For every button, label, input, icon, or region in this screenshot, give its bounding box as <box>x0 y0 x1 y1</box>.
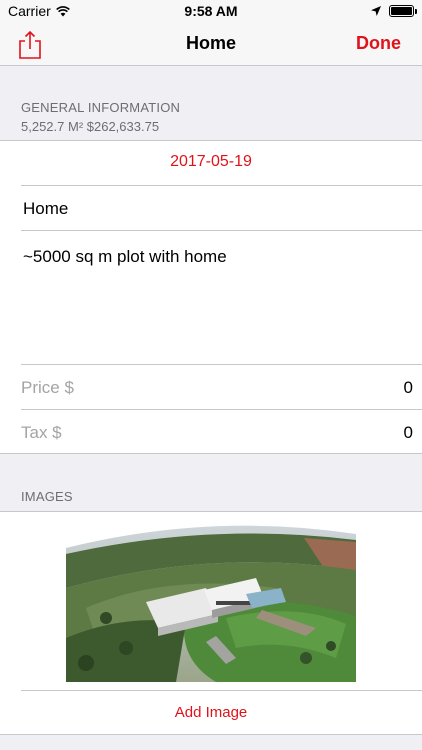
price-input[interactable]: 0 <box>404 378 413 398</box>
battery-level <box>391 7 412 15</box>
status-bar: Carrier 9:58 AM <box>0 0 422 22</box>
date-field[interactable]: 2017-05-19 <box>0 153 422 171</box>
tax-label: Tax $ <box>21 423 62 442</box>
navigation-bar: Home Done <box>0 22 422 66</box>
images-header: IMAGES <box>21 489 73 504</box>
location-arrow-icon <box>371 6 381 16</box>
name-field[interactable]: Home <box>0 199 422 219</box>
done-button[interactable]: Done <box>356 33 401 54</box>
general-information-header: GENERAL INFORMATION <box>21 100 181 115</box>
status-left: Carrier <box>8 3 70 19</box>
status-right <box>371 5 417 17</box>
notes-textarea[interactable]: ~5000 sq m plot with home <box>0 247 422 357</box>
divider <box>21 690 422 691</box>
price-label: Price $ <box>21 378 74 397</box>
price-row[interactable]: Price $ 0 <box>0 365 422 409</box>
divider <box>21 230 422 231</box>
share-icon[interactable] <box>16 30 44 60</box>
divider <box>21 185 422 186</box>
property-photo[interactable] <box>66 518 356 682</box>
wifi-icon <box>55 5 70 16</box>
battery-icon <box>389 5 417 17</box>
general-information-summary: 5,252.7 M² $262,633.75 <box>21 119 160 134</box>
page-title: Home <box>185 33 236 53</box>
tax-input[interactable]: 0 <box>404 423 413 443</box>
tax-row[interactable]: Tax $ 0 <box>0 410 422 454</box>
images-group: Add Image <box>0 511 422 735</box>
aerial-house-image <box>66 518 356 682</box>
general-information-group: 2017-05-19 Home ~5000 sq m plot with hom… <box>0 140 422 454</box>
add-image-button[interactable]: Add Image <box>0 704 422 721</box>
carrier-label: Carrier <box>8 3 51 19</box>
